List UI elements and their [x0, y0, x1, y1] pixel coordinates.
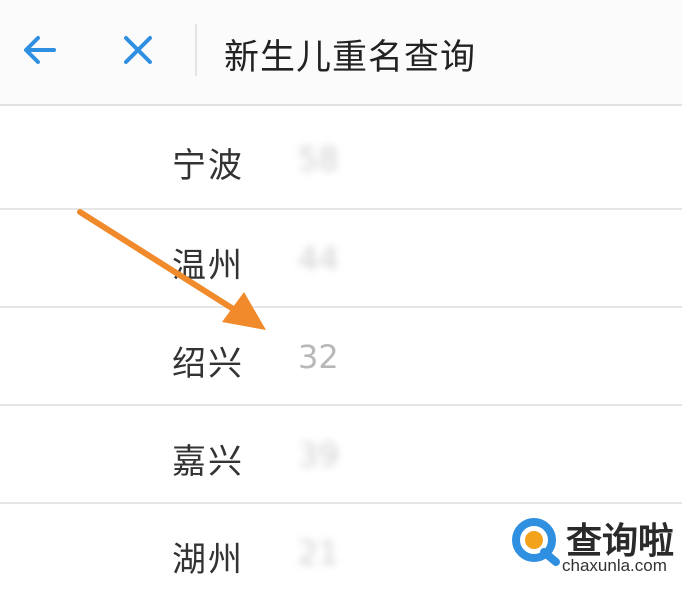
city-label: 嘉兴	[172, 442, 244, 482]
page-title: 新生儿重名查询	[224, 38, 477, 78]
close-button[interactable]	[114, 26, 162, 74]
top-bar: 新生儿重名查询	[0, 0, 682, 106]
city-label: 绍兴	[172, 344, 244, 384]
list-item: 嘉兴 39	[0, 404, 682, 502]
header-divider	[195, 24, 197, 76]
count-value: 21	[298, 534, 339, 572]
count-value: 32	[298, 338, 339, 376]
city-label: 温州	[172, 246, 244, 286]
list-item: 宁波 58	[0, 110, 682, 208]
list-item: 绍兴 32	[0, 306, 682, 404]
count-value: 39	[298, 436, 339, 474]
list-item: 温州 44	[0, 208, 682, 306]
watermark: 查询啦 chaxunla.com	[504, 510, 680, 590]
magnifier-logo-icon	[512, 518, 560, 566]
back-button[interactable]	[16, 26, 64, 74]
count-value: 44	[298, 240, 339, 278]
city-label: 宁波	[172, 146, 244, 186]
watermark-url: chaxunla.com	[562, 556, 667, 575]
city-label: 湖州	[172, 540, 244, 580]
count-value: 58	[298, 140, 339, 178]
arrow-left-icon	[24, 36, 56, 64]
close-icon	[124, 36, 152, 64]
